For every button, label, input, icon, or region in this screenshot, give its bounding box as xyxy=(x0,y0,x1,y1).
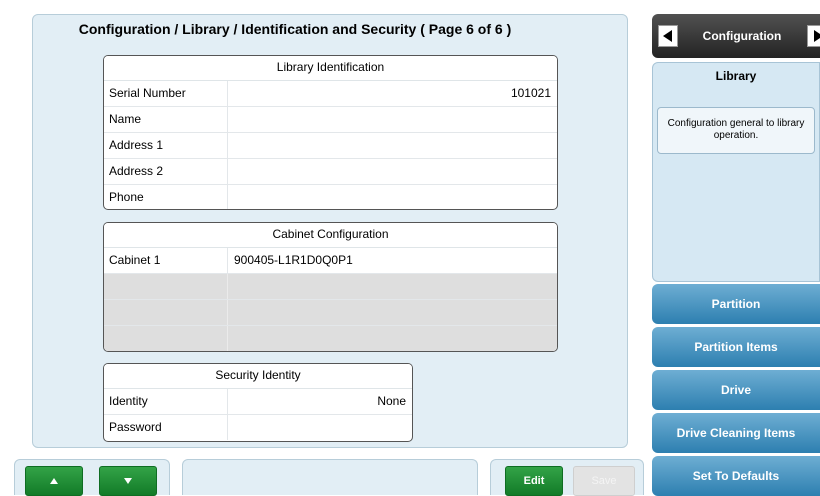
set-to-defaults-button[interactable]: Set To Defaults xyxy=(652,456,820,496)
table-row[interactable]: Phone xyxy=(104,185,557,209)
scroll-down-button[interactable] xyxy=(99,466,157,496)
drive-button[interactable]: Drive xyxy=(652,370,820,410)
address-2-label: Address 2 xyxy=(104,159,228,184)
table-row[interactable]: Address 1 xyxy=(104,133,557,159)
page-title: Configuration / Library / Identification… xyxy=(78,21,512,37)
partition-button[interactable]: Partition xyxy=(652,284,820,324)
security-identity-table: Security Identity Identity None Password xyxy=(103,363,413,442)
serial-number-value: 101021 xyxy=(510,86,551,100)
down-arrow-icon xyxy=(124,478,132,485)
identity-label: Identity xyxy=(104,389,228,414)
main-panel: Configuration / Library / Identification… xyxy=(32,14,628,448)
name-value xyxy=(228,107,557,132)
address-1-label: Address 1 xyxy=(104,133,228,158)
table-row[interactable]: Identity None xyxy=(104,389,412,415)
up-arrow-icon xyxy=(50,478,58,485)
drive-cleaning-items-button[interactable]: Drive Cleaning Items xyxy=(652,413,820,453)
library-identification-table: Library Identification Serial Number 101… xyxy=(103,55,558,210)
cabinet-configuration-table: Cabinet Configuration Cabinet 1 900405-L… xyxy=(103,222,558,352)
edit-button[interactable]: Edit xyxy=(505,466,563,496)
address-2-value xyxy=(228,159,557,184)
status-bar xyxy=(182,459,478,495)
password-label: Password xyxy=(104,415,228,440)
table-row[interactable]: Cabinet 1 900405-L1R1D0Q0P1 xyxy=(104,248,557,274)
empty-cell xyxy=(104,300,228,325)
sidebar: Configuration Library Configuration gene… xyxy=(652,14,820,496)
address-1-value xyxy=(228,133,557,158)
sidebar-heading: Library xyxy=(715,69,757,83)
library-identification-title: Library Identification xyxy=(104,56,557,81)
sidebar-info-panel: Library Configuration general to library… xyxy=(652,62,820,282)
action-bar: Edit Save xyxy=(490,459,644,496)
previous-menu-button[interactable] xyxy=(658,25,678,47)
empty-cell xyxy=(228,274,557,299)
cabinet-configuration-title: Cabinet Configuration xyxy=(104,223,557,248)
right-arrow-icon xyxy=(814,30,820,42)
next-menu-button[interactable] xyxy=(807,25,820,47)
name-label: Name xyxy=(104,107,228,132)
scroll-up-button[interactable] xyxy=(25,466,83,496)
sidebar-description: Configuration general to library operati… xyxy=(657,107,815,154)
security-identity-title: Security Identity xyxy=(104,364,412,389)
nav-title: Configuration xyxy=(702,29,782,43)
cabinet-1-value: 900405-L1R1D0Q0P1 xyxy=(234,253,353,267)
table-row[interactable]: Address 2 xyxy=(104,159,557,185)
empty-cell xyxy=(228,326,557,351)
password-value xyxy=(228,415,412,440)
empty-row xyxy=(104,274,557,300)
table-row[interactable]: Serial Number 101021 xyxy=(104,81,557,107)
phone-value xyxy=(228,185,557,209)
scroll-controls-bar xyxy=(14,459,170,496)
empty-cell xyxy=(104,274,228,299)
partition-items-button[interactable]: Partition Items xyxy=(652,327,820,367)
empty-cell xyxy=(228,300,557,325)
empty-row xyxy=(104,326,557,351)
phone-label: Phone xyxy=(104,185,228,209)
serial-number-label: Serial Number xyxy=(104,81,228,106)
empty-row xyxy=(104,300,557,326)
sidebar-nav: Configuration xyxy=(652,14,820,58)
table-row[interactable]: Name xyxy=(104,107,557,133)
table-row[interactable]: Password xyxy=(104,415,412,440)
empty-cell xyxy=(104,326,228,351)
left-arrow-icon xyxy=(663,30,672,42)
save-button[interactable]: Save xyxy=(573,466,635,496)
identity-value: None xyxy=(377,394,406,408)
cabinet-1-label: Cabinet 1 xyxy=(104,248,228,273)
